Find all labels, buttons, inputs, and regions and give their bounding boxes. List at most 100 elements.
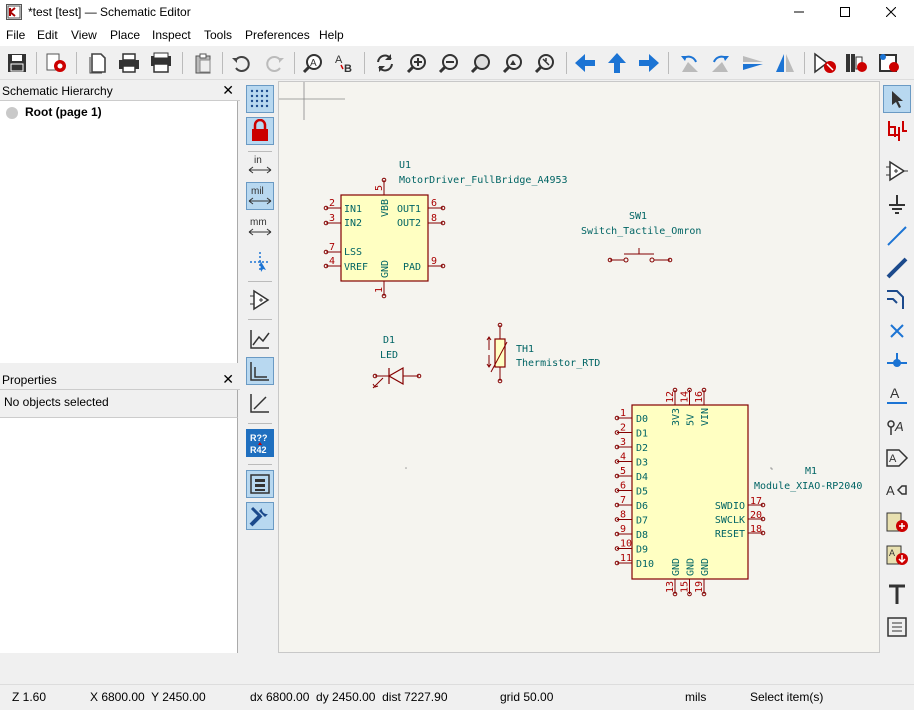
undo-icon[interactable] — [228, 50, 254, 76]
zoom-fit-page-icon[interactable] — [468, 50, 494, 76]
symbol-th1[interactable]: TH1 Thermistor_RTD — [486, 322, 600, 384]
symbol-sw1[interactable]: SW1 Switch_Tactile_Omron — [581, 211, 701, 263]
rotate-cw-icon[interactable] — [708, 50, 734, 76]
units-inch-button[interactable]: in — [246, 151, 274, 179]
highlight-net-icon[interactable] — [883, 117, 911, 145]
symbol-browser-icon[interactable] — [844, 50, 870, 76]
menu-tools[interactable]: Tools — [204, 28, 232, 42]
zoom-out-icon[interactable] — [436, 50, 462, 76]
add-sheet-icon[interactable] — [883, 508, 911, 536]
menu-help[interactable]: Help — [319, 28, 344, 42]
symbol-editor-icon[interactable] — [812, 50, 838, 76]
refresh-icon[interactable] — [372, 50, 398, 76]
add-label-icon[interactable]: A — [883, 381, 911, 409]
paste-icon[interactable] — [190, 50, 216, 76]
zoom-selection-icon[interactable] — [532, 50, 558, 76]
m1-pin-num: 20 — [750, 510, 762, 521]
m1-pin-name: D9 — [636, 545, 648, 556]
add-text-icon[interactable] — [883, 581, 911, 609]
right-toolbar: A A A A A — [880, 81, 914, 653]
annotate-icon[interactable] — [876, 50, 902, 76]
svg-text:A: A — [310, 58, 317, 69]
find-replace-icon[interactable]: AB — [332, 50, 358, 76]
menu-view[interactable]: View — [71, 28, 97, 42]
schematic-setup-icon[interactable] — [44, 50, 70, 76]
maximize-button[interactable] — [822, 0, 868, 24]
properties-panel-toggle-icon[interactable] — [246, 502, 274, 530]
m1-pin-name: VIN — [700, 408, 711, 426]
m1-pin-num: 9 — [620, 524, 626, 535]
m1-pin-name: GND — [671, 558, 682, 576]
add-bus-icon[interactable] — [883, 254, 911, 282]
mirror-horizontal-icon[interactable] — [772, 50, 798, 76]
units-mil-button[interactable]: mil — [246, 182, 274, 210]
line-mode-90-icon[interactable] — [246, 357, 274, 385]
no-connect-icon[interactable] — [883, 317, 911, 345]
menu-preferences[interactable]: Preferences — [245, 28, 310, 42]
menu-place[interactable]: Place — [110, 28, 140, 42]
save-icon[interactable] — [4, 50, 30, 76]
show-hidden-pins-icon[interactable] — [246, 286, 274, 314]
menu-inspect[interactable]: Inspect — [152, 28, 191, 42]
m1-pin-name: D0 — [636, 414, 648, 425]
schematic-canvas[interactable]: U1 MotorDriver_FullBridge_A4953 2 3 7 4 … — [278, 81, 880, 653]
rotate-ccw-icon[interactable] — [676, 50, 702, 76]
properties-grid — [0, 418, 238, 653]
add-wire-icon[interactable] — [883, 222, 911, 250]
m1-bottom-pins: 13 GND 15 GND 19 GND — [665, 558, 711, 597]
m1-pin-name: SWCLK — [715, 515, 745, 526]
u1-pin-name: GND — [380, 260, 391, 278]
m1-pin-num: 3 — [620, 437, 626, 448]
line-mode-free-icon[interactable] — [246, 325, 274, 353]
grid-override-lock-icon[interactable] — [246, 117, 274, 145]
navigate-forward-icon[interactable] — [636, 50, 662, 76]
annotate-status-badge[interactable]: R?? R42 — [246, 429, 274, 457]
properties-status: No objects selected — [0, 390, 238, 418]
add-bus-entry-icon[interactable] — [883, 285, 911, 313]
add-power-icon[interactable] — [883, 191, 911, 219]
symbol-d1[interactable]: D1 LED — [372, 335, 422, 389]
m1-pin-num: 14 — [680, 391, 691, 403]
units-mm-button[interactable]: mm — [246, 213, 274, 241]
symbol-m1[interactable]: M1 Module_XIAO-RP2040 1 D0 2 D1 3 D2 4 D3 5 D4 6 D5… — [614, 387, 862, 597]
cursor-crosshair-icon[interactable] — [246, 248, 274, 276]
zoom-in-icon[interactable] — [404, 50, 430, 76]
print-icon[interactable] — [116, 50, 142, 76]
add-symbol-icon[interactable] — [883, 157, 911, 185]
close-window-button[interactable] — [868, 0, 914, 24]
redo-icon[interactable] — [262, 50, 288, 76]
add-global-label-icon[interactable]: A — [883, 444, 911, 472]
svg-text:A: A — [894, 419, 904, 434]
m1-pin-num: 18 — [750, 524, 762, 535]
hierarchy-panel-header: Schematic Hierarchy ✕ — [0, 81, 240, 101]
minimize-button[interactable] — [776, 0, 822, 24]
add-junction-icon[interactable] — [883, 349, 911, 377]
import-sheet-pin-icon[interactable]: A — [883, 541, 911, 569]
menu-file[interactable]: File — [6, 28, 25, 42]
line-mode-45-icon[interactable] — [246, 389, 274, 417]
add-net-class-label-icon[interactable]: A — [883, 412, 911, 440]
annotate-badge-top: R?? — [250, 433, 268, 443]
select-tool-icon[interactable] — [883, 85, 911, 113]
grid-toggle-icon[interactable] — [246, 85, 274, 113]
m1-pin-name: GND — [686, 558, 697, 576]
zoom-fit-objects-icon[interactable] — [500, 50, 526, 76]
menu-edit[interactable]: Edit — [37, 28, 58, 42]
find-icon[interactable]: A — [300, 50, 326, 76]
add-hierarchical-label-icon[interactable]: A — [883, 476, 911, 504]
add-text-box-icon[interactable] — [883, 613, 911, 641]
u1-value: MotorDriver_FullBridge_A4953 — [399, 175, 568, 186]
page-settings-icon[interactable] — [84, 50, 110, 76]
hierarchy-root-item[interactable]: Root (page 1) — [25, 105, 102, 119]
close-hierarchy-panel-icon[interactable]: ✕ — [222, 82, 234, 99]
hierarchy-panel-toggle-icon[interactable] — [246, 470, 274, 498]
symbol-u1[interactable]: U1 MotorDriver_FullBridge_A4953 2 3 7 4 … — [323, 160, 568, 299]
plot-icon[interactable] — [148, 50, 174, 76]
navigate-back-icon[interactable] — [572, 50, 598, 76]
close-properties-panel-icon[interactable]: ✕ — [222, 371, 234, 388]
mirror-vertical-icon[interactable] — [740, 50, 766, 76]
m1-pin-name: 5V — [686, 414, 697, 426]
u1-reference: U1 — [399, 160, 411, 171]
navigate-up-icon[interactable] — [604, 50, 630, 76]
m1-pin-num: 1 — [620, 408, 626, 419]
